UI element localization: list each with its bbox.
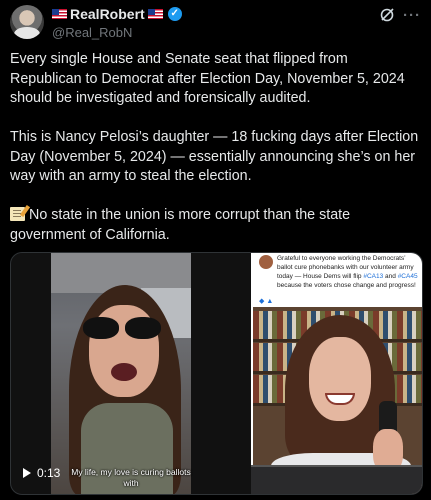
embedded-tweet-text: Grateful to everyone working the Democra… bbox=[277, 255, 418, 289]
video-time: 0:13 bbox=[37, 466, 61, 480]
video-controls[interactable]: 0:13 bbox=[23, 466, 60, 480]
post-paragraph: No state in the union is more corrupt th… bbox=[10, 206, 423, 245]
embedded-avatar bbox=[259, 255, 273, 269]
author-name-row[interactable]: RealRobert ✓ bbox=[52, 6, 182, 22]
us-flag-icon bbox=[147, 9, 163, 19]
video-left-frame bbox=[51, 253, 191, 494]
memo-icon bbox=[10, 207, 25, 221]
post-paragraph: Every single House and Senate seat that … bbox=[10, 51, 405, 106]
display-name[interactable]: RealRobert bbox=[70, 6, 145, 22]
embedded-emoji-icon: ◆ ▲ bbox=[259, 298, 274, 305]
video-player[interactable]: Grateful to everyone working the Democra… bbox=[10, 252, 423, 495]
post-header: RealRobert ✓ @Real_RobN ··· bbox=[10, 5, 421, 43]
post-paragraph-text: No state in the union is more corrupt th… bbox=[10, 207, 351, 243]
more-options-icon[interactable]: ··· bbox=[403, 7, 421, 24]
post-paragraph: This is Nancy Pelosi’s daughter — 18 fuc… bbox=[10, 129, 419, 184]
author-handle[interactable]: @Real_RobN bbox=[52, 25, 132, 40]
us-flag-icon bbox=[52, 9, 67, 19]
verified-badge-icon: ✓ bbox=[167, 7, 182, 21]
play-icon[interactable] bbox=[23, 468, 31, 478]
video-caption: My life, my love is curing ballots with bbox=[71, 467, 191, 488]
grok-icon[interactable] bbox=[379, 7, 395, 23]
video-right-frame: Grateful to everyone working the Democra… bbox=[251, 253, 422, 494]
avatar[interactable] bbox=[10, 5, 44, 39]
post-text: Every single House and Senate seat that … bbox=[10, 50, 423, 265]
